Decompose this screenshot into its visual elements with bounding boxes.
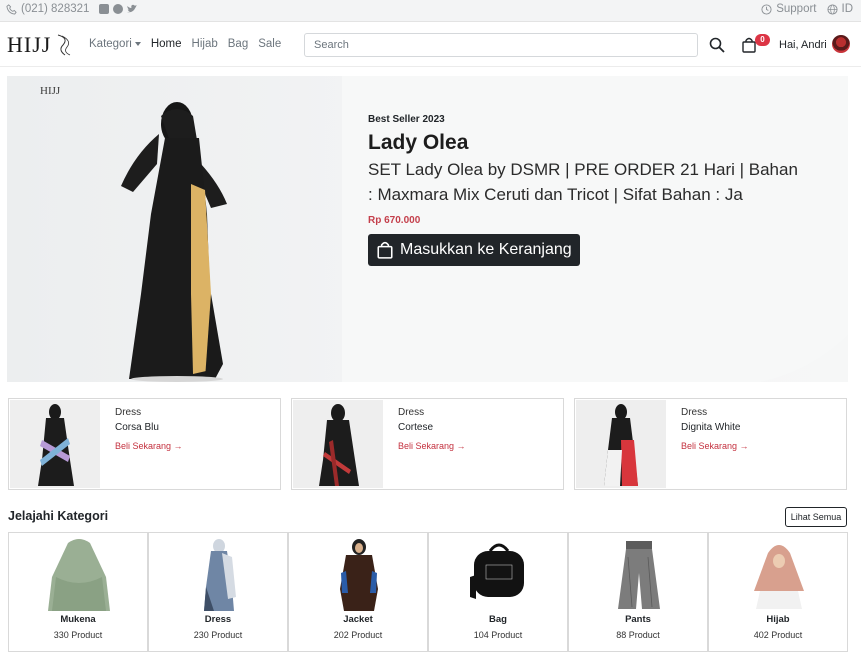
chevron-down-icon (134, 41, 141, 46)
category-name: Pants (625, 614, 651, 625)
brand-logo-text: HIJJ (7, 32, 52, 57)
category-name: Hijab (766, 614, 790, 625)
category-grid: Mukena 330 Product Dress 230 Product Jac… (8, 532, 848, 652)
brand-logo[interactable]: HIJJ (7, 32, 75, 58)
facebook-icon[interactable] (113, 4, 124, 14)
hero-price: Rp 670.000 (368, 215, 421, 226)
category-card-pants[interactable]: Pants 88 Product (568, 532, 708, 652)
hero-description: SET Lady Olea by DSMR | PRE ORDER 21 Har… (368, 160, 798, 204)
category-card-dress[interactable]: Dress 230 Product (148, 532, 288, 652)
nav-hijab[interactable]: Hijab (192, 38, 218, 50)
categories-heading: Jelajahi Kategori (8, 509, 109, 523)
category-card-jacket[interactable]: Jacket 202 Product (288, 532, 428, 652)
category-image (204, 539, 236, 611)
category-count: 330 Product (53, 630, 103, 640)
phone-number[interactable]: (021) 828321 (21, 3, 89, 15)
product-name: Cortese (398, 422, 434, 433)
category-name: Dress (204, 614, 232, 625)
category-image (48, 539, 110, 611)
user-greeting[interactable]: Hai, Andri (779, 39, 827, 51)
product-category: Dress (398, 407, 425, 418)
hero-title: Lady Olea (368, 131, 469, 154)
product-name: Corsa Blu (115, 422, 159, 433)
see-all-button[interactable]: Lihat Semua (785, 507, 847, 527)
buy-now-link[interactable]: Beli Sekarang → (398, 441, 466, 451)
category-card-hijab[interactable]: Hijab 402 Product (708, 532, 848, 652)
hero-brand-logo: HIJJ (40, 85, 61, 97)
buy-now-link[interactable]: Beli Sekarang → (681, 441, 749, 451)
product-card[interactable]: Dress Dignita White Beli Sekarang → (574, 398, 847, 490)
category-name: Mukena (60, 614, 96, 625)
nav-home[interactable]: Home (151, 38, 182, 50)
nav-kategori-dropdown[interactable]: Kategori (89, 38, 141, 50)
category-name: Bag (489, 614, 507, 625)
nav-bag[interactable]: Bag (228, 38, 248, 50)
nav-kategori-label: Kategori (89, 38, 132, 50)
user-avatar[interactable] (832, 35, 850, 53)
product-image (293, 400, 383, 488)
top-bar: (021) 828321 Support ID (0, 0, 861, 22)
logo-swirl-icon (57, 34, 71, 56)
hero-eyebrow: Best Seller 2023 (368, 114, 445, 125)
hero-product-image (121, 102, 227, 382)
product-card[interactable]: Dress Cortese Beli Sekarang → (291, 398, 564, 490)
hero-banner: HIJJ Best Seller 2023 Lady Olea SET Lady… (7, 76, 848, 382)
language-switch[interactable]: ID (842, 3, 854, 15)
buy-now-link[interactable]: Beli Sekarang → (115, 441, 183, 451)
category-count: 230 Product (193, 630, 243, 640)
featured-products: Dress Corsa Blu Beli Sekarang → Dress Co… (8, 398, 848, 490)
product-category: Dress (681, 407, 708, 418)
category-count: 104 Product (473, 630, 523, 640)
support-link[interactable]: Support (776, 3, 816, 15)
category-name: Jacket (343, 614, 373, 625)
category-count: 88 Product (616, 630, 660, 640)
product-image (576, 400, 666, 488)
product-image (10, 400, 100, 488)
product-card[interactable]: Dress Corsa Blu Beli Sekarang → (8, 398, 281, 490)
category-count: 202 Product (333, 630, 383, 640)
category-count: 402 Product (753, 630, 803, 640)
add-to-cart-label: Masukkan ke Keranjang (400, 241, 572, 258)
hero-content: Best Seller 2023 Lady Olea SET Lady Olea… (368, 114, 798, 266)
support-icon (761, 3, 772, 15)
phone-icon (6, 3, 17, 15)
category-image (470, 543, 524, 599)
search-icon[interactable] (709, 37, 725, 53)
category-card-bag[interactable]: Bag 104 Product (428, 532, 568, 652)
category-image (618, 541, 660, 609)
product-category: Dress (115, 407, 142, 418)
category-image (754, 545, 804, 609)
category-image (340, 539, 378, 611)
shopping-bag-icon (377, 241, 393, 259)
instagram-icon[interactable] (99, 4, 110, 14)
add-to-cart-button[interactable]: Masukkan ke Keranjang (368, 234, 580, 266)
twitter-icon[interactable] (127, 4, 138, 14)
category-card-mukena[interactable]: Mukena 330 Product (8, 532, 148, 652)
search-input[interactable] (304, 33, 698, 57)
product-name: Dignita White (681, 422, 741, 433)
main-nav: Kategori Home Hijab Bag Sale (89, 38, 281, 50)
navbar: HIJJ Kategori Home Hijab Bag Sale 0 Hai,… (0, 23, 861, 67)
globe-icon (826, 3, 838, 15)
cart-count-badge: 0 (755, 34, 770, 46)
nav-sale[interactable]: Sale (258, 38, 281, 50)
